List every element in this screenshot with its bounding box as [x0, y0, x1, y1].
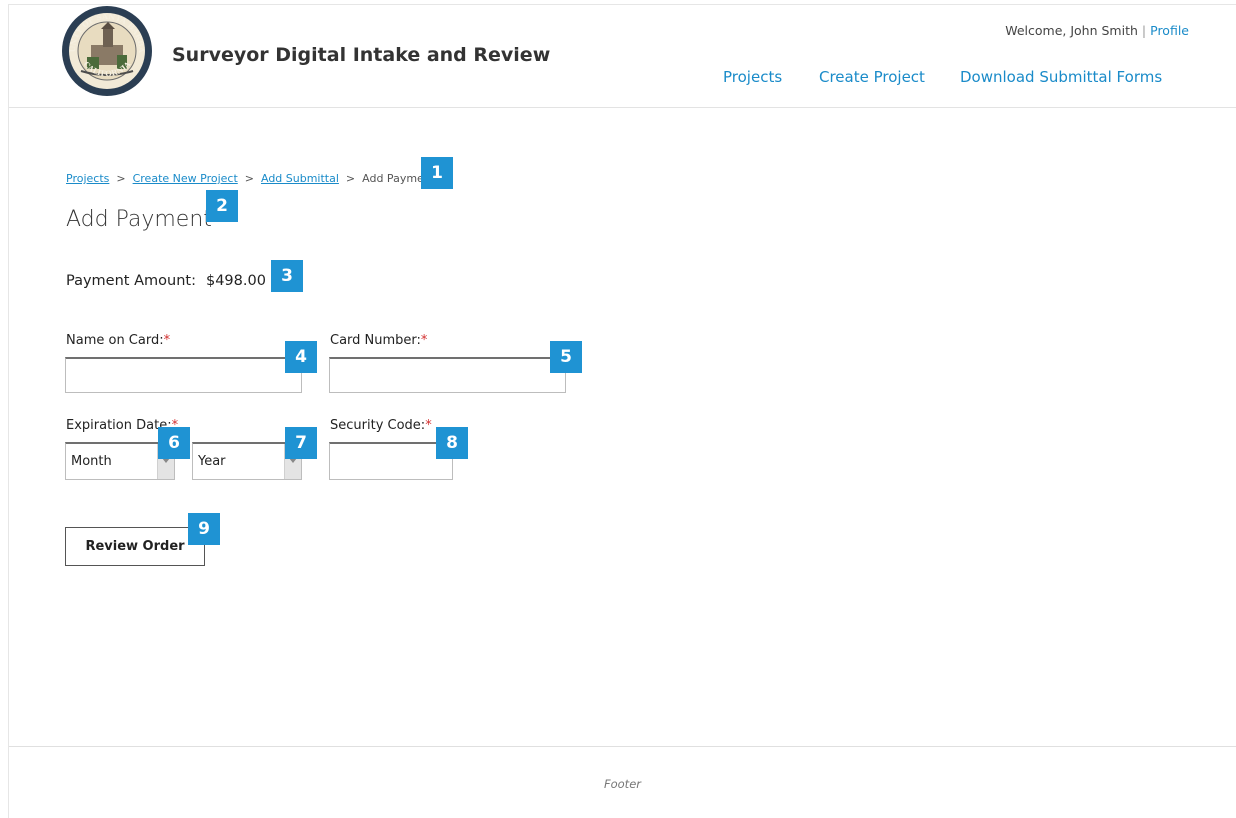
nav-download-submittal-forms[interactable]: Download Submittal Forms: [960, 68, 1162, 86]
expiration-date-label-text: Expiration Date:: [66, 418, 172, 433]
footer-text: Footer: [604, 777, 641, 791]
review-order-button[interactable]: Review Order: [65, 527, 205, 566]
breadcrumb-separator: >: [116, 172, 126, 185]
required-marker: *: [163, 333, 171, 348]
payment-amount-label: Payment Amount:: [66, 273, 196, 289]
security-code-input[interactable]: [329, 442, 453, 480]
required-marker: *: [420, 333, 428, 348]
payment-amount-row: Payment Amount: $498.00: [66, 273, 266, 289]
nav-projects[interactable]: Projects: [723, 68, 782, 86]
year-select-value: Year: [198, 454, 226, 469]
annotation-badge-3: 3: [271, 260, 303, 292]
card-number-label-text: Card Number:: [330, 333, 421, 348]
breadcrumb-add-submittal[interactable]: Add Submittal: [261, 172, 339, 185]
month-select-value: Month: [71, 454, 112, 469]
annotation-badge-4: 4: [285, 341, 317, 373]
site-footer: Footer: [9, 746, 1236, 818]
breadcrumb-separator: >: [345, 172, 356, 185]
annotation-badge-5: 5: [550, 341, 582, 373]
annotation-badge-8: 8: [436, 427, 468, 459]
nav-create-project[interactable]: Create Project: [819, 68, 925, 86]
welcome-separator: |: [1141, 23, 1147, 38]
card-number-input[interactable]: [329, 357, 566, 393]
annotation-badge-6: 6: [158, 427, 190, 459]
breadcrumb-projects[interactable]: Projects: [66, 172, 109, 185]
page-title: Add Payment: [66, 207, 212, 232]
annotation-badge-7: 7: [285, 427, 317, 459]
name-on-card-label-text: Name on Card:: [66, 333, 164, 348]
app-title: Surveyor Digital Intake and Review: [172, 44, 551, 66]
welcome-text: Welcome, John Smith: [1005, 23, 1138, 38]
card-number-label: Card Number:*: [330, 333, 427, 348]
page-frame: [8, 4, 1236, 818]
security-code-label: Security Code:*: [330, 418, 432, 433]
name-on-card-label: Name on Card:*: [66, 333, 170, 348]
breadcrumb-separator: >: [244, 172, 254, 185]
profile-link[interactable]: Profile: [1150, 23, 1189, 38]
name-on-card-input[interactable]: [65, 357, 302, 393]
user-welcome: Welcome, John Smith | Profile: [979, 23, 1189, 38]
annotation-badge-1: 1: [421, 157, 453, 189]
breadcrumb: Projects > Create New Project > Add Submitta…: [66, 172, 435, 185]
security-code-label-text: Security Code:: [330, 418, 426, 433]
breadcrumb-create-new-project[interactable]: Create New Project: [133, 172, 238, 185]
county-seal-logo[interactable]: COUNTY OF SANTA BARBARA CALIFORNIA: [61, 5, 153, 97]
required-marker: *: [425, 418, 432, 433]
site-header: COUNTY OF SANTA BARBARA CALIFORNIA Surve…: [9, 5, 1236, 108]
annotation-badge-9: 9: [188, 513, 220, 545]
payment-amount-value: $498.00: [205, 273, 266, 289]
annotation-badge-2: 2: [206, 190, 238, 222]
